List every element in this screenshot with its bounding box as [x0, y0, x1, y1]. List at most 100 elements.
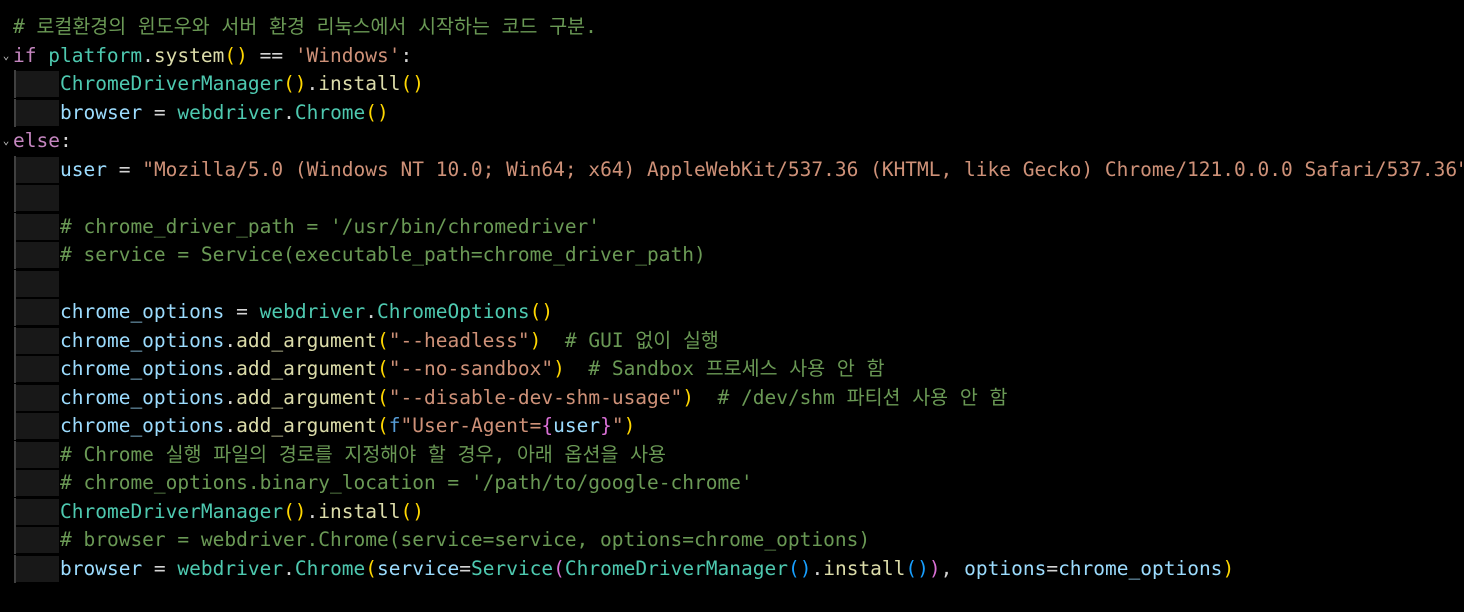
- code-text[interactable]: chrome_options = webdriver.ChromeOptions…: [60, 298, 553, 326]
- code-text[interactable]: # chrome_options.binary_location = '/pat…: [60, 469, 753, 497]
- code-token: =: [142, 101, 178, 124]
- fold-chevron-icon[interactable]: ⌄: [0, 42, 12, 70]
- code-line[interactable]: user = "Mozilla/5.0 (Windows NT 10.0; Wi…: [0, 156, 1464, 184]
- code-line[interactable]: # Chrome 실행 파일의 경로를 지정해야 할 경우, 아래 옵션을 사용: [0, 441, 1464, 469]
- code-line[interactable]: # 로컬환경의 윈도우와 서버 환경 리눅스에서 시작하는 코드 구분.: [0, 13, 1464, 41]
- code-token: chrome_options: [60, 357, 225, 380]
- code-text[interactable]: chrome_options.add_argument("--disable-d…: [60, 384, 1007, 412]
- code-token: chrome_options: [60, 329, 225, 352]
- code-line[interactable]: browser = webdriver.Chrome(): [0, 99, 1464, 127]
- indent-whitespace: [16, 442, 59, 468]
- code-token: .: [224, 329, 237, 352]
- code-token: webdriver: [177, 101, 284, 124]
- indent-whitespace: [16, 413, 59, 439]
- code-token: .: [306, 500, 319, 523]
- code-line[interactable]: chrome_options.add_argument(f"User-Agent…: [0, 412, 1464, 440]
- code-token: add_argument: [236, 386, 378, 409]
- code-token: :: [59, 129, 72, 152]
- code-token: add_argument: [236, 414, 378, 437]
- code-token: :: [400, 44, 413, 67]
- code-text[interactable]: # Chrome 실행 파일의 경로를 지정해야 할 경우, 아래 옵션을 사용: [60, 441, 666, 469]
- code-line[interactable]: chrome_options.add_argument("--disable-d…: [0, 384, 1464, 412]
- code-token: ": [611, 414, 624, 437]
- code-text[interactable]: ChromeDriverManager().install(): [60, 70, 424, 98]
- code-line[interactable]: chrome_options.add_argument("--headless"…: [0, 327, 1464, 355]
- code-token: ): [682, 386, 695, 409]
- code-token: # /dev/shm 파티션 사용 안 함: [717, 386, 1008, 409]
- code-token: Service: [470, 557, 554, 580]
- code-token: ChromeDriverManager: [564, 557, 788, 580]
- code-text[interactable]: # browser = webdriver.Chrome(service=ser…: [60, 526, 870, 554]
- code-token: "Mozilla/5.0 (Windows NT 10.0; Win64; x6…: [142, 158, 1464, 181]
- code-token: "--disable-dev-shm-usage": [388, 386, 683, 409]
- code-token: (): [905, 557, 929, 580]
- code-text[interactable]: else:: [13, 127, 72, 155]
- code-token: chrome_options: [60, 300, 225, 323]
- code-line[interactable]: ChromeDriverManager().install(): [0, 70, 1464, 98]
- code-token: install: [318, 72, 401, 95]
- code-token: =: [224, 300, 260, 323]
- code-line[interactable]: ⌄ else:: [0, 127, 1464, 155]
- code-line[interactable]: chrome_options = webdriver.ChromeOptions…: [0, 298, 1464, 326]
- code-token: # Sandbox 프로세스 사용 안 함: [588, 357, 885, 380]
- code-token: Chrome: [294, 101, 366, 124]
- code-token: .: [283, 101, 295, 124]
- code-token: "--no-sandbox": [388, 357, 554, 380]
- code-token: .: [142, 44, 154, 67]
- code-token: if: [13, 44, 37, 67]
- code-token: (: [377, 357, 389, 380]
- code-token: # browser = webdriver.Chrome(service=ser…: [60, 528, 871, 551]
- code-token: # Chrome 실행 파일의 경로를 지정해야 할 경우, 아래 옵션을 사용: [60, 443, 667, 466]
- code-text[interactable]: user = "Mozilla/5.0 (Windows NT 10.0; Wi…: [60, 156, 1464, 184]
- code-text[interactable]: chrome_options.add_argument("--no-sandbo…: [60, 355, 885, 383]
- code-token: "User-Agent=: [400, 414, 542, 437]
- code-text[interactable]: ChromeDriverManager().install(): [60, 498, 424, 526]
- code-editor[interactable]: # 로컬환경의 윈도우와 서버 환경 리눅스에서 시작하는 코드 구분. ⌄ if …: [0, 0, 1464, 612]
- code-token: user: [60, 158, 107, 181]
- code-text[interactable]: # service = Service(executable_path=chro…: [60, 241, 706, 269]
- code-text[interactable]: browser = webdriver.Chrome(): [60, 99, 389, 127]
- code-token: platform: [48, 44, 143, 67]
- code-line[interactable]: # chrome_driver_path = '/usr/bin/chromed…: [0, 213, 1464, 241]
- code-line[interactable]: [0, 270, 1464, 298]
- code-token: ): [553, 357, 565, 380]
- code-token: ChromeOptions: [377, 300, 530, 323]
- fold-chevron-icon[interactable]: ⌄: [0, 127, 12, 155]
- code-token: ): [1222, 557, 1235, 580]
- code-line[interactable]: ⌄ if platform.system() == 'Windows':: [0, 42, 1464, 70]
- code-text[interactable]: browser = webdriver.Chrome(service=Servi…: [60, 555, 1234, 583]
- code-text[interactable]: chrome_options.add_argument(f"User-Agent…: [60, 412, 635, 440]
- code-text[interactable]: # 로컬환경의 윈도우와 서버 환경 리눅스에서 시작하는 코드 구분.: [13, 13, 597, 41]
- code-token: (: [365, 557, 378, 580]
- code-token: (: [377, 329, 389, 352]
- code-text[interactable]: # chrome_driver_path = '/usr/bin/chromed…: [60, 213, 600, 241]
- code-line[interactable]: [0, 184, 1464, 212]
- code-token: add_argument: [236, 329, 378, 352]
- code-token: add_argument: [236, 357, 378, 380]
- indent-whitespace: [16, 328, 59, 354]
- code-line[interactable]: ChromeDriverManager().install(): [0, 498, 1464, 526]
- indent-whitespace: [16, 527, 59, 553]
- code-text[interactable]: if platform.system() == 'Windows':: [13, 42, 412, 70]
- code-line[interactable]: # chrome_options.binary_location = '/pat…: [0, 469, 1464, 497]
- indent-whitespace: [16, 242, 59, 268]
- code-token: (): [283, 500, 307, 523]
- code-line[interactable]: chrome_options.add_argument("--no-sandbo…: [0, 355, 1464, 383]
- code-token: ChromeDriverManager: [60, 500, 284, 523]
- code-token: (): [283, 72, 307, 95]
- code-token: ): [928, 557, 941, 580]
- code-token: =: [142, 557, 178, 580]
- code-text[interactable]: chrome_options.add_argument("--headless"…: [60, 327, 719, 355]
- code-token: # chrome_options.binary_location = '/pat…: [60, 471, 753, 494]
- indent-whitespace: [16, 157, 59, 183]
- code-line[interactable]: # service = Service(executable_path=chro…: [0, 241, 1464, 269]
- code-line[interactable]: # browser = webdriver.Chrome(service=ser…: [0, 526, 1464, 554]
- code-token: {: [541, 414, 554, 437]
- indent-whitespace: [16, 71, 59, 97]
- code-token: .: [365, 300, 378, 323]
- code-token: (): [365, 101, 389, 124]
- code-token: Chrome: [294, 557, 366, 580]
- code-line[interactable]: browser = webdriver.Chrome(service=Servi…: [0, 555, 1464, 583]
